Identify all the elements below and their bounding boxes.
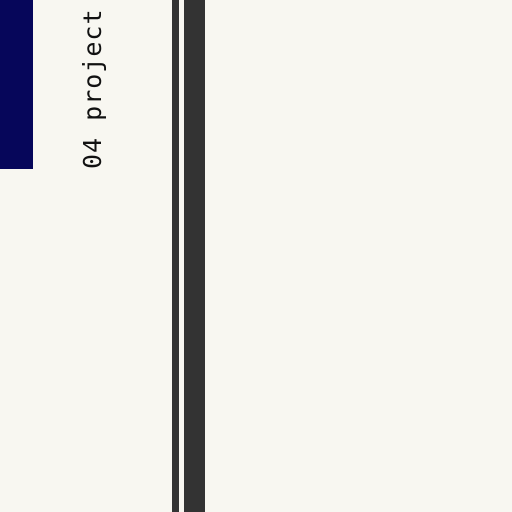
main-content-area <box>205 0 512 512</box>
divider-thin <box>172 0 179 512</box>
nav-item-projects[interactable]: 04 project <box>78 8 108 169</box>
divider-thick <box>184 0 205 512</box>
page: 04 project <box>0 0 512 512</box>
active-section-marker <box>0 0 33 169</box>
